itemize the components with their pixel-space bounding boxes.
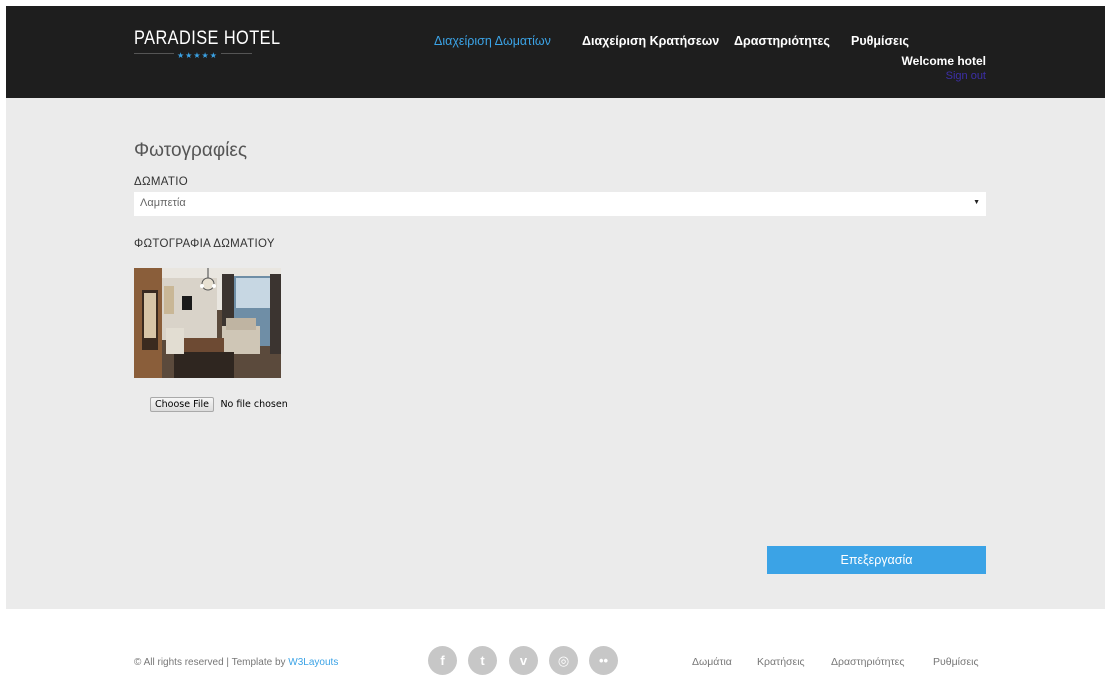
w3layouts-link[interactable]: W3Layouts xyxy=(288,657,338,668)
page-title: Φωτογραφίες xyxy=(134,140,247,161)
nav-activities[interactable]: Δραστηριότητες xyxy=(734,34,830,48)
signout-link[interactable]: Sign out xyxy=(946,70,986,82)
room-label: ΔΩΜΑΤΙΟ xyxy=(134,176,188,188)
site-footer: © All rights reserved | Template by W3La… xyxy=(0,609,1111,677)
hotel-logo[interactable]: PARADISE HOTEL ★★★★★ xyxy=(134,28,281,60)
facebook-icon[interactable]: f xyxy=(428,646,457,675)
twitter-icon[interactable]: t xyxy=(468,646,497,675)
nav-settings[interactable]: Ρυθμίσεις xyxy=(851,34,909,48)
room-photo-label: ΦΩΤΟΓΡΑΦΙΑ ΔΩΜΑΤΙΟΥ xyxy=(134,238,275,250)
nav-booking-management[interactable]: Διαχείριση Κρατήσεων xyxy=(582,34,719,48)
footer-link-rooms[interactable]: Δωμάτια xyxy=(692,656,732,668)
vimeo-icon[interactable]: v xyxy=(509,646,538,675)
site-header: PARADISE HOTEL ★★★★★ Διαχείριση Δωματίων… xyxy=(6,6,1105,98)
copyright: © All rights reserved | Template by W3La… xyxy=(134,657,338,668)
footer-link-bookings[interactable]: Κρατήσεις xyxy=(757,656,805,668)
flickr-icon[interactable]: •• xyxy=(589,646,618,675)
file-upload: Choose File No file chosen xyxy=(150,394,288,412)
room-select-value: Λαμπετία xyxy=(140,197,186,209)
footer-link-activities[interactable]: Δραστηριότητες xyxy=(831,656,904,668)
dropdown-arrow-icon: ▼ xyxy=(973,199,980,206)
nav-room-management[interactable]: Διαχείριση Δωματίων xyxy=(434,34,551,48)
logo-stars: ★★★★★ xyxy=(174,52,221,60)
dribbble-icon[interactable]: ◎ xyxy=(549,646,578,675)
copyright-text: © All rights reserved | Template by xyxy=(134,657,289,668)
edit-button[interactable]: Επεξεργασία xyxy=(767,546,986,574)
file-status: No file chosen xyxy=(220,399,288,410)
footer-link-settings[interactable]: Ρυθμίσεις xyxy=(933,656,979,668)
welcome-text: Welcome hotel xyxy=(901,54,986,68)
logo-text: PARADISE HOTEL xyxy=(134,28,281,49)
choose-file-button[interactable]: Choose File xyxy=(150,397,214,412)
main-content: Φωτογραφίες ΔΩΜΑΤΙΟ Λαμπετία ▼ ΦΩΤΟΓΡΑΦΙ… xyxy=(6,98,1105,609)
room-select[interactable]: Λαμπετία ▼ xyxy=(134,192,986,216)
room-photo xyxy=(134,268,281,378)
